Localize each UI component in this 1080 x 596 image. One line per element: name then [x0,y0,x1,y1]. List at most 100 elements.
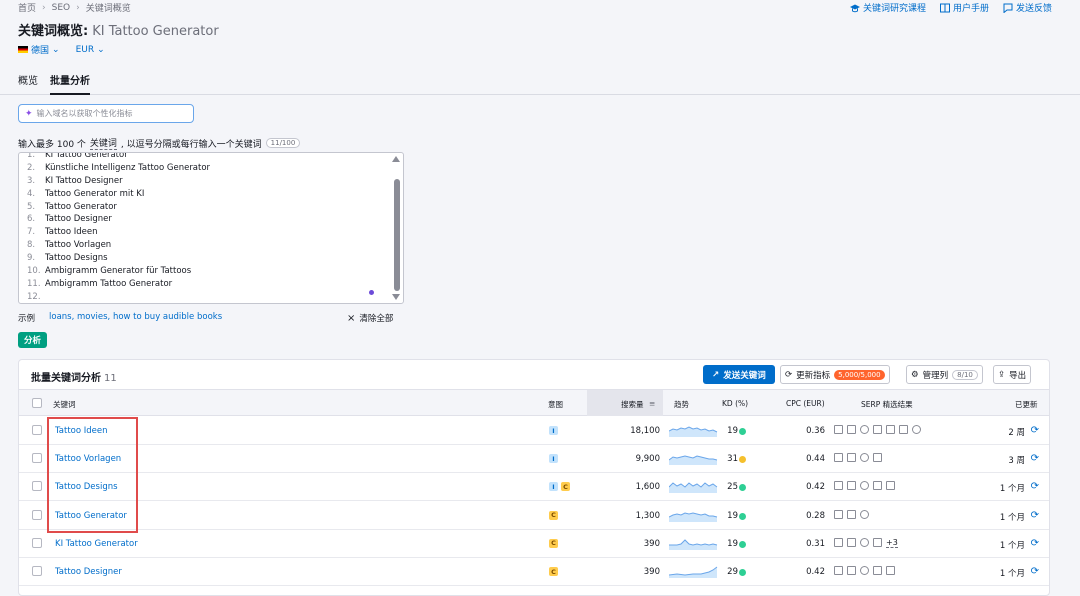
intent-badge: C [549,567,558,576]
keyword-line: Künstliche Intelligenz Tattoo Generator [45,162,211,173]
keyword-link[interactable]: Tattoo Designer [55,567,122,577]
tab-batch-analysis[interactable]: 批量分析 [50,72,90,95]
serp-feature-icon[interactable] [847,509,856,519]
cpc-value: 0.42 [806,567,825,577]
header-kd[interactable]: KD (%) [722,399,748,408]
select-all-checkbox[interactable] [32,398,42,408]
serp-feature-icon[interactable] [873,481,882,491]
refresh-icon[interactable]: ⟳ [1031,566,1039,577]
row-checkbox[interactable] [32,537,42,548]
example-link[interactable]: loans, movies, how to buy audible books [49,312,222,324]
serp-feature-icon[interactable] [912,425,921,434]
refresh-icon[interactable]: ⟳ [1031,510,1039,521]
trend-area [669,483,717,494]
row-checkbox[interactable] [32,425,42,435]
serp-feature-icon[interactable] [847,453,856,463]
serp-feature-icon[interactable] [873,453,882,463]
keyword-line: Ambigramm Generator für Tattoos [45,266,192,277]
domain-input[interactable]: ✦ 输入域名以获取个性化指标 [18,104,194,123]
refresh-icon[interactable]: ⟳ [1031,453,1039,464]
header-volume[interactable]: 搜索量 [621,399,644,410]
breadcrumb-seo[interactable]: SEO [52,3,70,13]
scrollbar-thumb[interactable] [394,179,400,291]
serp-feature-icon[interactable] [886,481,895,491]
serp-feature-icon[interactable] [834,537,843,547]
serp-feature-icon[interactable] [860,425,869,434]
kd-difficulty-dot [739,569,746,576]
send-keywords-button[interactable]: ↗ 发送关键词 [703,365,775,384]
header-cpc[interactable]: CPC (EUR) [786,399,825,408]
row-checkbox[interactable] [32,566,42,576]
trend-sparkline [669,512,718,522]
table-row: KI Tattoo Generator C 390 19 0.31 +3 1 个月 ⟳ [19,530,1049,558]
serp-feature-icon[interactable] [899,425,908,434]
updated-value: 2 周 [1008,428,1025,438]
keyword-line: Tattoo Designs [45,253,108,264]
row-checkbox[interactable] [32,509,42,520]
serp-feature-icon[interactable] [834,509,843,519]
breadcrumb-home[interactable]: 首页 [18,1,36,14]
export-button[interactable]: ⇪ 导出 [993,365,1032,384]
updated-value: 1 个月 [999,512,1025,523]
list-item: 7. Tattoo Ideen [27,226,210,239]
sort-icon[interactable]: ≡ [649,399,655,408]
manual-link[interactable]: 用户手册 [939,1,989,14]
currency-select[interactable]: EUR ⌄ [76,43,105,56]
intent-badge: I [549,454,558,464]
keyword-line: Tattoo Generator [45,201,117,212]
serp-feature-icon[interactable] [873,566,882,575]
serp-feature-icon[interactable] [886,425,895,434]
analyze-button[interactable]: 分析 [18,332,47,348]
refresh-icon[interactable]: ⟳ [1031,425,1039,436]
serp-feature-icon[interactable] [847,566,856,575]
keyword-line: KI Tattoo Designer [45,175,123,186]
serp-feature-icon[interactable] [860,481,869,491]
scroll-down-icon[interactable] [392,294,400,300]
kd-difficulty-dot [739,456,746,464]
kd-value: 29 [727,567,738,577]
keyword-link[interactable]: KI Tattoo Generator [55,539,138,549]
manage-columns-button[interactable]: ⚙ 管理列 8/10 [906,365,983,384]
update-metrics-button[interactable]: ⟳ 更新指标 5,000/5,000 [780,365,890,384]
feedback-link[interactable]: 发送反馈 [1003,1,1052,14]
course-link[interactable]: 关键词研究课程 [849,1,926,14]
serp-feature-icon[interactable] [860,509,869,519]
serp-feature-icon[interactable] [886,566,895,575]
chevron-right-icon: › [42,2,46,13]
header-intent[interactable]: 意图 [548,399,563,410]
row-checkbox[interactable] [32,481,42,492]
scroll-up-icon[interactable] [392,156,400,162]
intent-badge: I [549,482,558,492]
clear-all-button[interactable]: × 清除全部 [347,312,393,325]
serp-feature-icon[interactable] [834,566,843,575]
refresh-icon[interactable]: ⟳ [1031,481,1039,492]
serp-feature-icon[interactable] [860,566,869,575]
intent-badge: C [561,482,570,492]
country-select[interactable]: 德国 ⌄ [18,43,60,56]
serp-more-link[interactable]: +3 [886,538,898,548]
keyword-textarea[interactable]: 1. KI Tattoo Generator 2. Künstliche Intel… [18,152,404,304]
header-updated[interactable]: 已更新 [1015,399,1038,410]
keyword-list: 1. KI Tattoo Generator 2. Künstliche Intel… [27,153,211,303]
serp-feature-icon[interactable] [834,425,843,434]
serp-feature-icon[interactable] [860,537,869,547]
line-number: 11. [27,278,41,289]
row-checkbox[interactable] [32,453,42,464]
refresh-icon[interactable]: ⟳ [1031,538,1039,549]
tab-bar: 概览 批量分析 [18,72,90,95]
serp-feature-icon[interactable] [847,425,856,434]
serp-feature-icon[interactable] [873,537,882,547]
serp-feature-icon[interactable] [860,453,869,463]
volume-value: 18,100 [630,426,660,436]
serp-feature-icon[interactable] [847,537,856,547]
header-keyword[interactable]: 关键词 [53,399,76,410]
breadcrumb: 首页 › SEO › 关键词概览 [18,1,131,15]
serp-feature-icon[interactable] [873,425,882,434]
serp-feature-icon[interactable] [834,481,843,491]
hint-keyword-term[interactable]: 关键词 [89,136,117,150]
graduation-cap-icon [849,4,860,12]
tab-overview[interactable]: 概览 [18,72,38,95]
serp-feature-icon[interactable] [847,481,856,491]
line-number: 5. [27,201,36,212]
serp-feature-icon[interactable] [834,453,843,463]
